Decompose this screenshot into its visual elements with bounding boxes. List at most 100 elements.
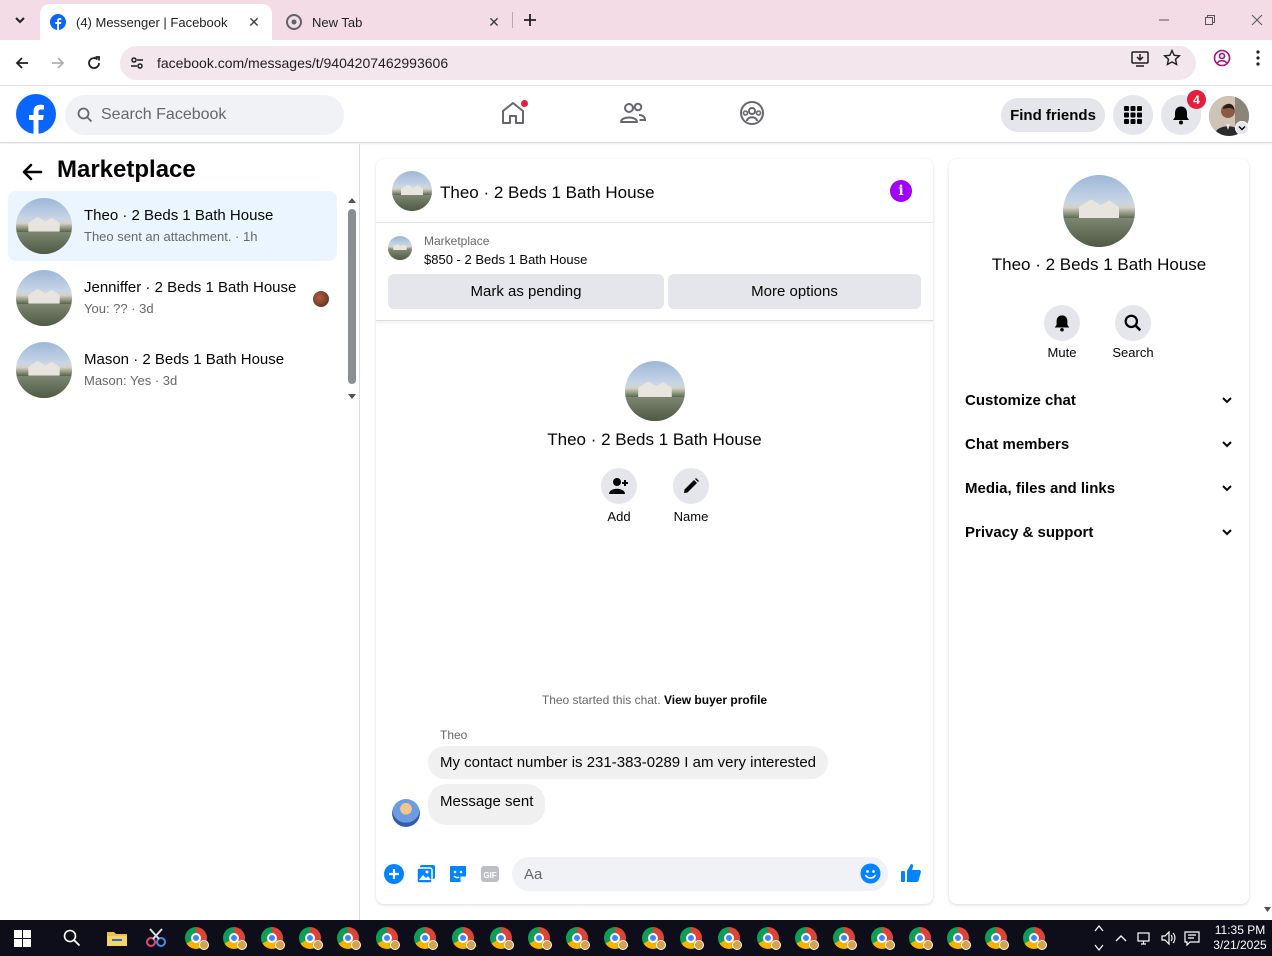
restore-button[interactable] <box>1200 10 1220 30</box>
forward-button[interactable] <box>46 51 70 75</box>
page-scroll-down-icon[interactable] <box>1263 906 1272 914</box>
add-label: Add <box>607 509 631 524</box>
photo-icon[interactable] <box>415 863 437 885</box>
chat-members-section[interactable]: Chat members <box>957 422 1241 466</box>
grid-menu-icon <box>1124 106 1142 124</box>
conversation-name: Theo · 2 Beds 1 Bath House <box>84 207 274 224</box>
search-in-conversation-button[interactable] <box>1115 305 1151 341</box>
groups-icon[interactable] <box>738 99 766 127</box>
conversation-item[interactable]: Theo · 2 Beds 1 Bath House Theo sent an … <box>8 191 337 261</box>
address-bar[interactable]: facebook.com/messages/t/9404207462993606 <box>120 46 1196 80</box>
chat-avatar[interactable] <box>392 171 432 211</box>
browser-toolbar: facebook.com/messages/t/9404207462993606 <box>0 40 1272 86</box>
details-avatar[interactable] <box>1063 175 1135 247</box>
arrow-left-icon <box>15 57 28 69</box>
media-files-links-section[interactable]: Media, files and links <box>957 466 1241 510</box>
mark-as-pending-button[interactable]: Mark as pending <box>388 274 664 309</box>
arrow-right-icon <box>52 57 65 69</box>
profile-icon[interactable] <box>1213 49 1231 67</box>
network-icon[interactable] <box>1137 930 1153 946</box>
message-composer: GIF Aa <box>376 855 933 895</box>
conversation-item[interactable]: Jenniffer · 2 Beds 1 Bath House You: ?? … <box>8 263 337 333</box>
gif-icon[interactable]: GIF <box>479 863 501 885</box>
bookmark-star-icon[interactable] <box>1163 49 1181 67</box>
tab-title: (4) Messenger | Facebook <box>76 14 228 30</box>
mute-button[interactable] <box>1044 305 1080 341</box>
conversation-info-icon[interactable]: i <box>890 180 912 202</box>
url-text: facebook.com/messages/t/9404207462993606 <box>157 55 449 71</box>
profile-badge-icon <box>847 940 857 950</box>
chevron-down-icon <box>1222 529 1232 536</box>
listing-thumbnail[interactable] <box>388 236 412 260</box>
facebook-favicon-icon <box>50 14 66 30</box>
message-bubble[interactable]: Message sent <box>428 784 546 825</box>
listing-price-title[interactable]: $850 - 2 Beds 1 Bath House <box>424 252 587 267</box>
notification-center-icon[interactable] <box>1184 930 1200 946</box>
sticker-icon[interactable] <box>447 863 469 885</box>
chat-title[interactable]: Theo · 2 Beds 1 Bath House <box>440 183 655 203</box>
taskbar-clock[interactable]: 11:35 PM 3/21/2025 <box>1210 923 1270 953</box>
panel-title: Marketplace <box>57 156 196 183</box>
conversation-scrollbar[interactable] <box>348 209 356 384</box>
show-hidden-icons-icon[interactable] <box>1113 930 1129 946</box>
sender-avatar[interactable] <box>392 799 420 827</box>
reload-button[interactable] <box>82 51 106 75</box>
volume-icon[interactable] <box>1160 930 1176 946</box>
more-menu-icon[interactable] <box>1249 49 1267 67</box>
facebook-logo-icon[interactable] <box>16 94 56 134</box>
close-window-button[interactable] <box>1247 10 1267 30</box>
profile-badge-icon <box>618 940 628 950</box>
more-options-button[interactable]: More options <box>668 274 921 309</box>
taskbar-scroll-down-icon[interactable] <box>1094 944 1104 952</box>
site-info-button[interactable] <box>120 46 154 80</box>
chevron-down-icon <box>1238 126 1246 131</box>
tab-new-tab[interactable]: New Tab ✕ <box>276 4 512 40</box>
install-app-icon[interactable] <box>1131 49 1149 67</box>
minimize-button[interactable] <box>1154 10 1174 30</box>
section-label: Chat members <box>965 435 1070 453</box>
profile-badge-icon <box>466 940 476 950</box>
menu-button[interactable] <box>1113 95 1153 135</box>
close-tab-icon[interactable]: ✕ <box>486 14 502 30</box>
tab-search-button[interactable] <box>8 8 32 32</box>
edit-name-button[interactable] <box>673 468 709 504</box>
thumbs-up-icon[interactable] <box>900 862 922 884</box>
scroll-up-arrow-icon[interactable] <box>347 196 357 204</box>
account-menu-chevron[interactable] <box>1235 121 1249 135</box>
add-people-button[interactable] <box>601 468 637 504</box>
new-tab-button[interactable] <box>518 8 542 32</box>
profile-badge-icon <box>504 940 514 950</box>
plus-circle-icon[interactable] <box>383 863 405 885</box>
back-button[interactable] <box>10 51 34 75</box>
close-tab-icon[interactable]: ✕ <box>246 14 262 30</box>
pencil-icon <box>684 478 699 493</box>
facebook-search[interactable]: Search Facebook <box>65 95 344 135</box>
profile-badge-icon <box>961 940 971 950</box>
taskbar-search-icon[interactable] <box>63 929 81 947</box>
section-label: Privacy & support <box>965 523 1094 541</box>
message-bubble[interactable]: My contact number is 231-383-0289 I am v… <box>428 746 829 779</box>
tab-messenger[interactable]: (4) Messenger | Facebook ✕ <box>40 4 272 40</box>
conversation-item[interactable]: Mason · 2 Beds 1 Bath House Mason: Yes ·… <box>8 335 337 405</box>
chevron-down-icon <box>1222 485 1232 492</box>
friends-icon[interactable] <box>619 99 647 127</box>
file-explorer-icon[interactable] <box>106 929 128 947</box>
home-notification-dot <box>520 99 529 108</box>
emoji-icon[interactable] <box>860 863 881 884</box>
scroll-down-arrow-icon[interactable] <box>347 393 357 401</box>
profile-badge-icon <box>999 940 1009 950</box>
windows-start-icon[interactable] <box>14 930 31 947</box>
back-arrow-icon[interactable] <box>20 160 44 184</box>
name-label: Name <box>673 509 709 524</box>
message-input[interactable]: Aa <box>512 857 888 891</box>
taskbar-scroll-up-icon[interactable] <box>1094 924 1104 932</box>
intro-name: Theo · 2 Beds 1 Bath House <box>547 430 762 449</box>
section-label: Customize chat <box>965 391 1076 409</box>
customize-chat-section[interactable]: Customize chat <box>957 378 1241 422</box>
profile-badge-icon <box>313 940 323 950</box>
chat-header: Theo · 2 Beds 1 Bath House i <box>376 159 933 223</box>
snipping-tool-icon[interactable] <box>145 928 167 948</box>
view-buyer-profile-link[interactable]: View buyer profile <box>664 693 767 707</box>
privacy-support-section[interactable]: Privacy & support <box>957 510 1241 554</box>
find-friends-button[interactable]: Find friends <box>1001 98 1105 132</box>
